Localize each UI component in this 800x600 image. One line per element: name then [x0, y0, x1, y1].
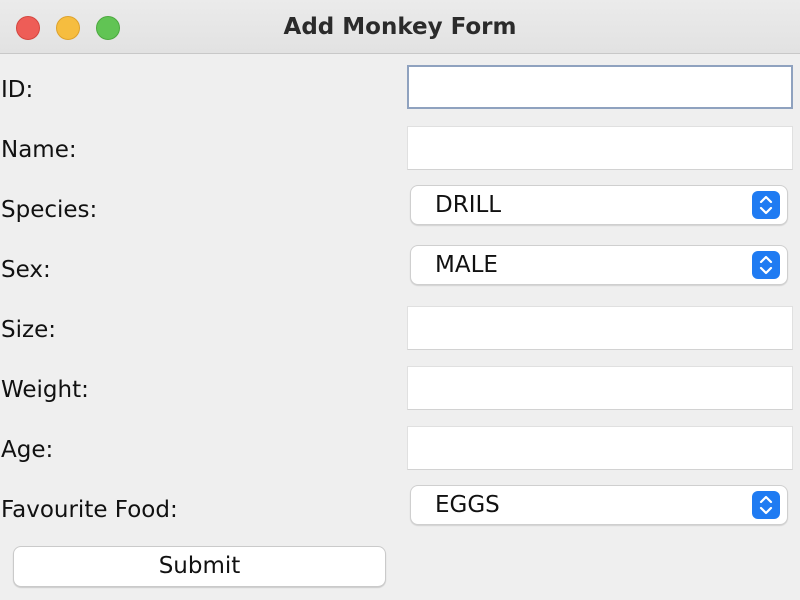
- sex-label: Sex:: [1, 257, 51, 283]
- title-bar[interactable]: Add Monkey Form: [0, 0, 800, 54]
- favourite-food-label: Favourite Food:: [1, 497, 178, 523]
- name-label: Name:: [1, 137, 77, 163]
- species-selected-value: DRILL: [435, 192, 502, 218]
- favourite-food-select[interactable]: EGGS: [410, 485, 788, 525]
- weight-label: Weight:: [1, 377, 89, 403]
- submit-button[interactable]: Submit: [13, 546, 386, 587]
- sex-selected-value: MALE: [435, 252, 498, 278]
- weight-field[interactable]: [407, 366, 793, 410]
- close-window-icon[interactable]: [16, 16, 40, 40]
- age-label: Age:: [1, 437, 54, 463]
- add-monkey-window: Add Monkey Form ID: Name: Species: DRILL…: [0, 0, 800, 600]
- id-label: ID:: [1, 77, 34, 103]
- size-label: Size:: [1, 317, 56, 343]
- size-field[interactable]: [407, 306, 793, 350]
- age-field[interactable]: [407, 426, 793, 470]
- up-down-chevron-icon: [752, 191, 780, 219]
- maximize-window-icon[interactable]: [96, 16, 120, 40]
- id-field[interactable]: [407, 65, 793, 109]
- name-field[interactable]: [407, 126, 793, 170]
- species-select[interactable]: DRILL: [410, 185, 788, 225]
- window-title: Add Monkey Form: [283, 14, 517, 40]
- up-down-chevron-icon: [752, 491, 780, 519]
- species-label: Species:: [1, 197, 98, 223]
- up-down-chevron-icon: [752, 251, 780, 279]
- minimize-window-icon[interactable]: [56, 16, 80, 40]
- sex-select[interactable]: MALE: [410, 245, 788, 285]
- favourite-food-selected-value: EGGS: [435, 492, 500, 518]
